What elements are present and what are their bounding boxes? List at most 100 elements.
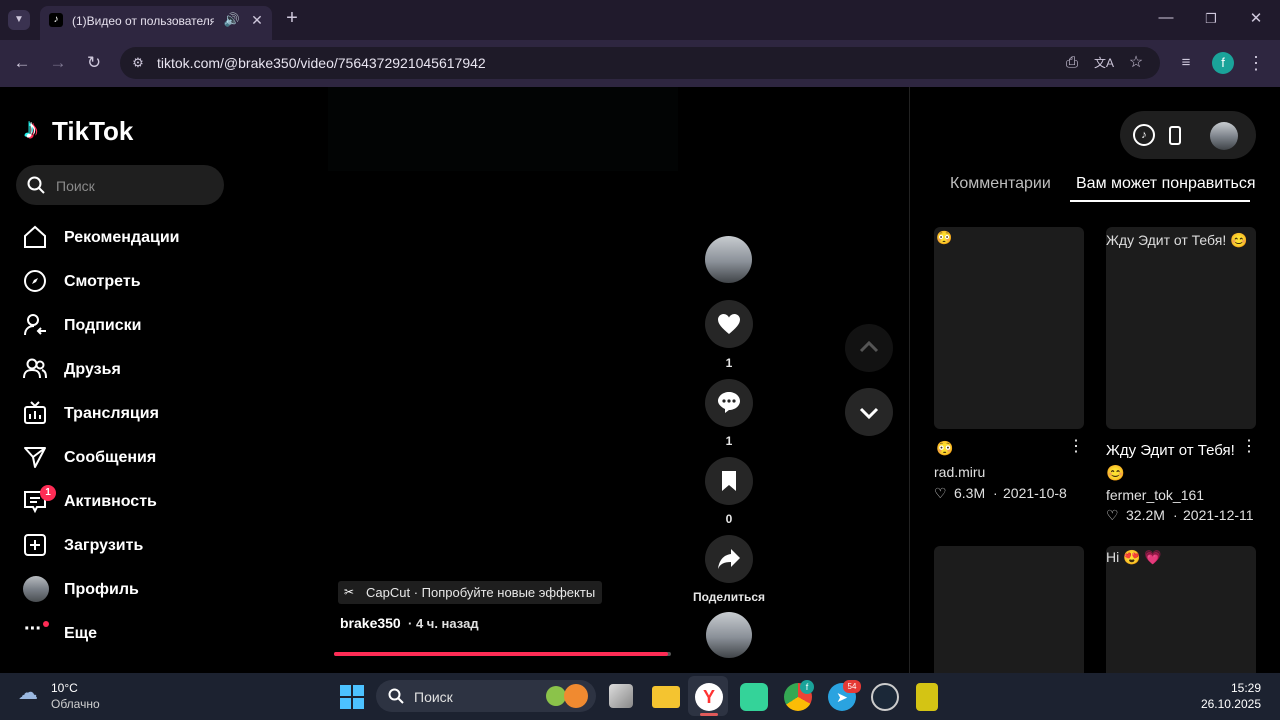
weather-desc: Облачно <box>51 697 100 711</box>
card-likes: 32.2M <box>1126 507 1165 523</box>
tiktok-logo-text[interactable]: TikTok <box>52 116 133 147</box>
card-author[interactable]: fermer_tok_161 <box>1106 487 1204 503</box>
messages-icon <box>24 447 46 468</box>
recommended-card-thumbnail[interactable] <box>934 546 1084 673</box>
active-app-indicator <box>700 713 718 716</box>
following-icon <box>24 314 46 336</box>
card-more-icon[interactable]: ⋮ <box>1241 436 1257 456</box>
like-count: 1 <box>725 356 733 370</box>
close-tab-icon[interactable]: ✕ <box>247 10 267 30</box>
tab-recommended[interactable]: Вам может понравиться <box>1076 175 1256 193</box>
site-settings-icon[interactable]: ⚙ <box>128 53 148 73</box>
card-likes-icon: ♡ <box>934 485 947 501</box>
search-input[interactable] <box>16 165 224 205</box>
video-player[interactable] <box>328 87 678 171</box>
friends-icon <box>23 358 47 379</box>
tab-comments[interactable]: Комментарии <box>950 175 1051 193</box>
recommended-card-thumbnail[interactable] <box>1106 227 1256 429</box>
install-app-icon[interactable]: ⎙ <box>1061 53 1083 73</box>
video-progress-fill <box>334 652 668 656</box>
steam-icon[interactable] <box>871 683 899 711</box>
card-likes: 6.3M <box>954 485 986 501</box>
minimize-icon[interactable]: — <box>1156 8 1176 28</box>
more-icon: ··· <box>24 618 42 640</box>
upload-icon <box>24 534 46 556</box>
url-text[interactable]: tiktok.com/@brake350/video/7564372921045… <box>157 55 486 71</box>
nav-label-more: Еще <box>64 625 98 642</box>
close-window-icon[interactable]: ✕ <box>1246 9 1266 29</box>
comment-count: 1 <box>725 434 733 448</box>
tiktok-coin-icon[interactable]: ♪ <box>1133 124 1155 146</box>
card-more-icon[interactable]: ⋮ <box>1068 436 1084 456</box>
audio-playing-icon[interactable]: 🔊 <box>222 10 242 30</box>
profile-avatar-small <box>23 576 49 602</box>
reload-icon[interactable]: ↻ <box>84 53 104 73</box>
new-tab-icon[interactable]: + <box>282 8 302 28</box>
video-time: · 4 ч. назад <box>408 616 479 631</box>
creator-avatar[interactable] <box>705 236 752 283</box>
recommended-card-thumbnail[interactable] <box>934 227 1084 429</box>
nav-label-friends: Друзья <box>64 361 121 378</box>
clock-time[interactable]: 15:29 <box>1213 681 1261 695</box>
browser-tab-bar: ▼ ♪ (1)Видео от пользователя 🔊 ✕ + — ❐ ✕ <box>0 0 1280 40</box>
taskbar-search-icon <box>388 688 404 704</box>
search-highlight-icon <box>564 684 588 708</box>
video-author[interactable]: brake350 <box>340 615 401 631</box>
tiktok-logo-icon[interactable]: ♪ <box>24 114 50 144</box>
save-count: 0 <box>725 512 733 526</box>
clock-date[interactable]: 26.10.2025 <box>1196 697 1261 711</box>
file-explorer-icon[interactable] <box>652 686 680 708</box>
telegram-badge: 54 <box>843 680 861 693</box>
weather-cloud-icon[interactable]: ☁ <box>18 683 44 703</box>
activity-badge: 1 <box>40 485 56 501</box>
comment-icon <box>718 392 740 413</box>
tab-title: (1)Видео от пользователя <box>72 14 214 28</box>
user-avatar[interactable] <box>1210 122 1238 150</box>
media-control-icon[interactable]: ≡ <box>1175 53 1197 73</box>
card-title[interactable]: Жду Эдит от Тебя! 😊 <box>1106 439 1252 485</box>
card-thumb-alt: Жду Эдит от Тебя! 😊 <box>1106 232 1248 248</box>
card-separator: · <box>1173 507 1178 523</box>
search-icon <box>27 176 45 194</box>
card-date: 2021-10-8 <box>1003 485 1067 501</box>
weather-temp[interactable]: 10°C <box>51 681 78 695</box>
bookmark-star-icon[interactable]: ☆ <box>1125 53 1147 73</box>
card-date: 2021-12-11 <box>1183 507 1254 523</box>
panel-divider <box>909 87 910 673</box>
nav-label-profile: Профиль <box>64 581 139 598</box>
card-title[interactable]: 😳 <box>936 440 953 457</box>
yandex-browser-icon[interactable]: Y <box>695 683 723 711</box>
chevron-up-icon <box>859 340 879 353</box>
search-highlight-icon <box>546 686 566 706</box>
nav-label-activity: Активность <box>64 493 157 510</box>
profile-avatar[interactable]: f <box>1212 52 1234 74</box>
video-progress-track[interactable] <box>334 652 671 656</box>
browser-menu-icon[interactable]: ⋮ <box>1246 53 1266 73</box>
tab-list-icon[interactable]: ▼ <box>8 10 30 30</box>
nav-label-upload: Загрузить <box>64 537 144 554</box>
search-placeholder: Поиск <box>56 178 95 194</box>
music-disc-avatar[interactable] <box>706 612 752 658</box>
card-thumb-alt: Hi 😍 💗 <box>1106 549 1162 565</box>
messenger-app-icon[interactable] <box>740 683 768 711</box>
card-likes-icon: ♡ <box>1106 507 1119 523</box>
nav-label-following: Подписки <box>64 317 142 334</box>
share-label: Поделиться <box>692 590 766 604</box>
more-dot <box>43 621 49 627</box>
tiktok-favicon-icon: ♪ <box>49 13 63 27</box>
nav-label-recommendations: Рекомендации <box>64 229 180 246</box>
forward-icon[interactable]: → <box>48 53 68 73</box>
windows-start-icon[interactable] <box>339 684 365 710</box>
phone-icon[interactable] <box>1169 126 1181 145</box>
taskbar-search-label: Поиск <box>414 689 453 705</box>
effect-label: CapCut · Попробуйте новые эффекты <box>366 585 596 600</box>
back-icon[interactable]: ← <box>12 53 32 73</box>
restore-icon[interactable]: ❐ <box>1201 9 1221 29</box>
app-icon[interactable] <box>916 683 938 711</box>
card-author[interactable]: rad.miru <box>934 464 985 480</box>
capcut-icon: ✂ <box>344 585 355 599</box>
card-separator: · <box>993 485 998 501</box>
task-view-icon[interactable] <box>609 684 633 708</box>
translate-icon[interactable]: 文A <box>1093 53 1115 73</box>
share-icon <box>718 549 740 569</box>
